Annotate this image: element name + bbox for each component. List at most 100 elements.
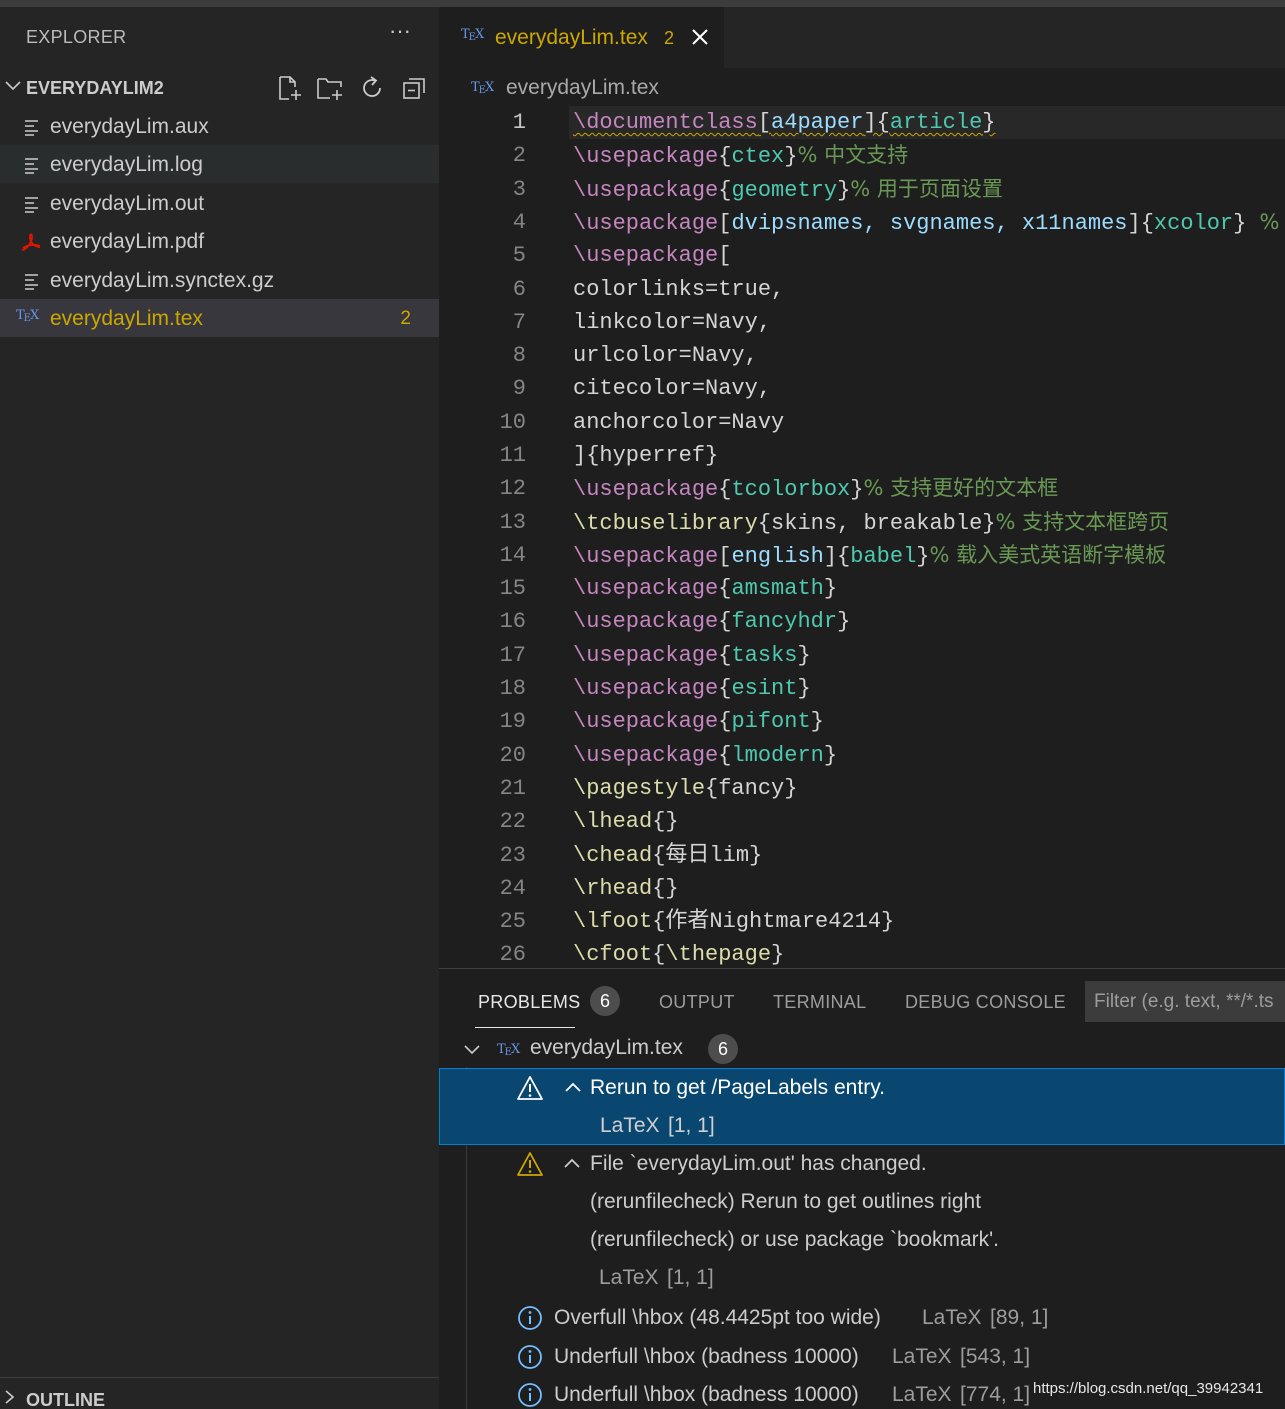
tab-terminal[interactable]: TERMINAL <box>773 992 866 1013</box>
file-item[interactable]: everydayLim.aux <box>0 107 439 145</box>
code-editor[interactable]: 1 \documentclass[a4paper]{article} 2 \usepa… <box>439 106 1285 968</box>
chevron-up-icon[interactable] <box>563 1080 583 1094</box>
code-text: \cfoot{\thepage} <box>573 938 784 968</box>
code-token: ]{ <box>863 110 890 135</box>
code-line[interactable]: 7 linkcolor=Navy, <box>439 306 1285 339</box>
filter-placeholder: Filter (e.g. text, **/*.ts <box>1094 991 1274 1012</box>
code-line[interactable]: 20 \usepackage{lmodern} <box>439 739 1285 772</box>
problem-location: [543, 1] <box>960 1345 1031 1368</box>
code-line[interactable]: 3 \usepackage{geometry}% 用于页面设置 <box>439 173 1285 206</box>
problem-item[interactable]: Underfull \hbox (badness 10000) LaTeX [5… <box>439 1338 1285 1376</box>
collapse-all-icon[interactable] <box>400 74 428 102</box>
code-token: % 中文支持 <box>797 143 909 167</box>
problem-location: [1, 1] <box>667 1266 714 1289</box>
code-token: babel <box>850 544 917 569</box>
problem-source: LaTeX <box>892 1383 952 1406</box>
tab-output[interactable]: OUTPUT <box>659 992 735 1013</box>
code-token: fancyhdr <box>731 609 838 634</box>
chevron-up-icon[interactable] <box>562 1156 582 1170</box>
editor-tab-bar: TEX everydayLim.tex 2 <box>439 7 1285 68</box>
code-token: geometry <box>731 178 838 203</box>
code-text: anchorcolor=Navy <box>573 406 784 439</box>
code-token: \usepackage <box>573 243 719 268</box>
code-line[interactable]: 13 \tcbuselibrary{skins, breakable}% 支持文本… <box>439 506 1285 539</box>
code-text: urlcolor=Navy, <box>573 339 758 372</box>
problem-item-selected[interactable]: Rerun to get /PageLabels entry. LaTeX [1… <box>439 1068 1285 1145</box>
problems-count-badge: 6 <box>590 986 620 1016</box>
line-number: 20 <box>499 743 526 768</box>
line-number: 1 <box>512 110 526 135</box>
code-line[interactable]: 16 \usepackage{fancyhdr} <box>439 605 1285 638</box>
code-token: \usepackage <box>573 178 719 203</box>
new-file-icon[interactable] <box>275 74 303 102</box>
code-token: } <box>810 709 824 734</box>
code-text: \lhead{} <box>573 805 679 838</box>
code-line[interactable]: 4 \usepackage[dvipsnames, svgnames, x11na… <box>439 206 1285 239</box>
breadcrumb[interactable]: TEX everydayLim.tex <box>439 68 1285 106</box>
warning-icon <box>517 1076 543 1100</box>
code-token: \usepackage <box>573 643 719 668</box>
chevron-down-icon <box>5 81 21 91</box>
code-line[interactable]: 8 urlcolor=Navy, <box>439 339 1285 372</box>
line-number: 13 <box>499 510 526 535</box>
code-line[interactable]: 14 \usepackage[english]{babel}% 载入美式英语断字模… <box>439 539 1285 572</box>
code-line[interactable]: 18 \usepackage{esint} <box>439 672 1285 705</box>
tex-icon: TEX <box>461 27 484 43</box>
code-line[interactable]: 11]{hyperref} <box>439 439 1285 472</box>
code-line[interactable]: 22 \lhead{} <box>439 805 1285 838</box>
code-token: \documentclass <box>573 110 758 135</box>
file-item[interactable]: everydayLim.log <box>0 145 439 183</box>
code-line[interactable]: 26 \cfoot{\thepage} <box>439 938 1285 968</box>
outline-label: OUTLINE <box>26 1390 105 1409</box>
explorer-sidebar: EXPLORER ··· EVERYDAYLIM2 everydayLim.au… <box>0 7 439 1409</box>
code-line[interactable]: 2 \usepackage{ctex}% 中文支持 <box>439 139 1285 172</box>
code-token: { <box>718 144 732 169</box>
file-item[interactable]: everydayLim.out <box>0 184 439 222</box>
problem-message-line: (rerunfilecheck) Rerun to get outlines r… <box>590 1190 982 1213</box>
filter-input[interactable]: Filter (e.g. text, **/*.ts <box>1085 981 1285 1022</box>
new-folder-icon[interactable] <box>316 74 344 102</box>
file-item[interactable]: everydayLim.synctex.gz <box>0 261 439 299</box>
code-line[interactable]: 24 \rhead{} <box>439 872 1285 905</box>
problem-item[interactable]: Overfull \hbox (48.4425pt too wide) LaTe… <box>439 1299 1285 1337</box>
code-line[interactable]: 19 \usepackage{pifont} <box>439 705 1285 738</box>
problems-file-group[interactable]: TEX everydayLim.tex 6 <box>439 1031 1285 1067</box>
code-line[interactable]: 17 \usepackage{tasks} <box>439 639 1285 672</box>
file-item[interactable]: everydayLim.pdf <box>0 222 439 260</box>
file-item-active[interactable]: TEX everydayLim.tex 2 <box>0 299 439 337</box>
refresh-icon[interactable] <box>358 74 386 102</box>
line-number: 12 <box>499 476 526 501</box>
code-line[interactable]: 21 \pagestyle{fancy} <box>439 772 1285 805</box>
code-line[interactable]: 10 anchorcolor=Navy <box>439 406 1285 439</box>
line-number: 26 <box>499 942 526 967</box>
code-token: tasks <box>731 643 798 668</box>
code-token: \usepackage <box>573 709 719 734</box>
code-line[interactable]: 15 \usepackage{amsmath} <box>439 572 1285 605</box>
code-token: { <box>652 942 666 967</box>
folder-header[interactable]: EVERYDAYLIM2 <box>0 69 439 107</box>
tab-debug-console[interactable]: DEBUG CONSOLE <box>905 992 1066 1013</box>
code-line[interactable]: 9 citecolor=Navy, <box>439 372 1285 405</box>
code-line[interactable]: 5 \usepackage[ <box>439 239 1285 272</box>
outline-section-header[interactable]: OUTLINE <box>0 1377 439 1409</box>
problem-location: [774, 1] <box>960 1383 1031 1406</box>
code-text: \usepackage[ <box>573 239 731 272</box>
code-line[interactable]: 12 \usepackage{tcolorbox}% 支持更好的文本框 <box>439 472 1285 505</box>
editor-tab[interactable]: TEX everydayLim.tex 2 <box>439 7 724 68</box>
code-line[interactable]: 1 \documentclass[a4paper]{article} <box>439 106 1285 139</box>
code-line[interactable]: 25 \lfoot{作者Nightmare4214} <box>439 905 1285 938</box>
more-actions-icon[interactable]: ··· <box>386 20 414 49</box>
watermark-url: https://blog.csdn.net/qq_39942341 <box>1033 1380 1264 1397</box>
code-line[interactable]: 6 colorlinks=true, <box>439 273 1285 306</box>
lines-icon <box>25 120 38 136</box>
code-token: % 载入美式英语断字模板 <box>929 543 1167 567</box>
code-token: dvipsnames, svgnames, x11names <box>731 211 1128 236</box>
close-icon[interactable] <box>689 26 711 48</box>
code-token: } <box>823 576 838 601</box>
tab-problems[interactable]: PROBLEMS <box>478 992 580 1013</box>
code-text: \pagestyle{fancy} <box>573 772 797 805</box>
problem-item[interactable]: File `everydayLim.out' has changed. (rer… <box>439 1145 1285 1299</box>
code-token: pifont <box>731 709 811 734</box>
code-token: % 支持文本框跨页 <box>995 510 1170 534</box>
code-line[interactable]: 23 \chead{每日lim} <box>439 839 1285 872</box>
